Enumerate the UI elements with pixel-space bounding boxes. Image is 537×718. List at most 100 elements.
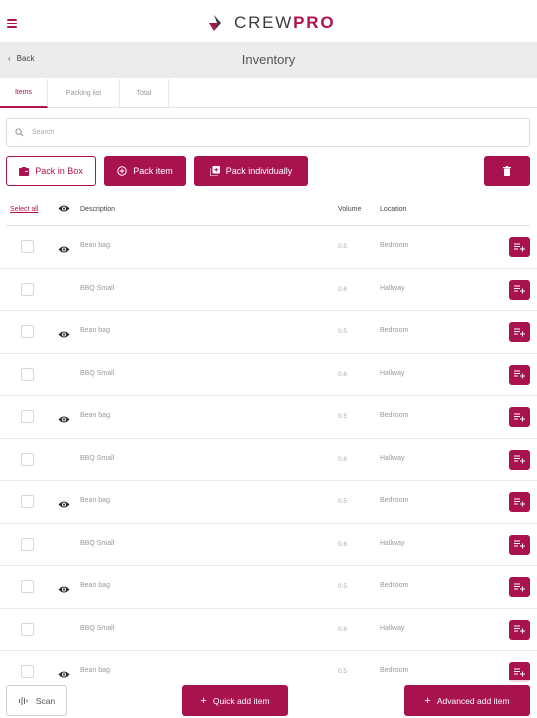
add-to-list-button[interactable] <box>509 237 530 257</box>
playlist-add-icon <box>514 625 525 634</box>
playlist-add-icon <box>514 243 525 252</box>
select-all-link[interactable]: Select all <box>10 206 38 213</box>
page-title: Inventory <box>241 52 296 67</box>
playlist-add-icon <box>514 413 525 422</box>
row-location: Bedroom <box>380 327 409 334</box>
row-volume: 0.6 <box>338 370 348 378</box>
row-checkbox[interactable] <box>21 282 34 296</box>
pack-item-label: Pack item <box>133 166 173 176</box>
row-checkbox[interactable] <box>21 367 34 381</box>
row-description: BBQ Small <box>80 369 115 377</box>
row-checkbox[interactable] <box>21 325 34 338</box>
add-to-list-button[interactable] <box>509 322 530 342</box>
add-to-list-button[interactable] <box>509 492 530 512</box>
eye-icon[interactable] <box>58 326 70 344</box>
row-checkbox[interactable] <box>21 537 34 551</box>
row-checkbox[interactable] <box>21 410 34 423</box>
row-description: BBQ Small <box>80 624 115 632</box>
table-row: Bean bag 0.5 Bedroom <box>0 311 537 354</box>
add-to-list-button[interactable] <box>509 364 530 385</box>
search-icon <box>15 128 24 137</box>
pack-in-box-label: Pack in Box <box>35 166 83 176</box>
row-description: Bean bag <box>80 582 110 589</box>
pack-in-box-button[interactable]: Pack in Box <box>6 156 96 186</box>
tab-items[interactable]: Items <box>0 79 48 108</box>
row-description: Bean bag <box>80 497 110 504</box>
library-add-icon <box>209 166 220 176</box>
row-checkbox[interactable] <box>21 580 34 593</box>
row-location: Hallway <box>380 539 405 547</box>
quick-add-item-button[interactable]: + Quick add item <box>182 685 288 716</box>
box-icon <box>19 166 30 176</box>
table-row: Bean bag 0.5 Bedroom <box>0 226 537 269</box>
pack-item-button[interactable]: Pack item <box>104 156 186 186</box>
row-volume: 0.5 <box>338 413 348 420</box>
inventory-list: Bean bag 0.5 Bedroom BBQ Small 0.6 Hallway Bea… <box>0 226 537 686</box>
row-checkbox[interactable] <box>21 240 34 253</box>
eye-icon[interactable] <box>58 496 70 514</box>
row-checkbox[interactable] <box>21 452 34 466</box>
row-checkbox[interactable] <box>21 622 34 636</box>
playlist-add-icon <box>514 498 525 507</box>
row-description: Bean bag <box>80 242 110 249</box>
logo-mark-icon <box>209 15 221 31</box>
playlist-add-icon <box>514 370 525 379</box>
row-location: Bedroom <box>380 667 409 674</box>
add-to-list-button[interactable] <box>509 407 530 427</box>
scan-button[interactable]: Scan <box>6 685 67 716</box>
advanced-add-item-button[interactable]: + Advanced add item <box>404 685 530 716</box>
row-location: Hallway <box>380 454 405 462</box>
row-location: Bedroom <box>380 497 409 504</box>
row-location: Hallway <box>380 624 405 632</box>
add-to-list-button[interactable] <box>509 577 530 597</box>
row-location: Bedroom <box>380 582 409 589</box>
add-to-list-button[interactable] <box>509 619 530 640</box>
brand-prefix: CREW <box>234 13 294 32</box>
tab-bar: Items Packing list Total <box>0 79 537 108</box>
app-header: CREWPRO <box>0 0 537 42</box>
table-row: Bean bag 0.5 Bedroom <box>0 396 537 439</box>
title-bar: ‹ Back Inventory <box>0 42 537 78</box>
quick-add-label: Quick add item <box>212 695 270 706</box>
search-input[interactable] <box>32 129 492 136</box>
add-to-list-button[interactable] <box>509 662 530 682</box>
row-location: Hallway <box>380 284 405 292</box>
row-volume: 0.5 <box>338 498 348 505</box>
table-row: BBQ Small 0.6 Hallway <box>0 354 537 396</box>
eye-icon[interactable] <box>58 204 70 215</box>
table-row: BBQ Small 0.6 Hallway <box>0 439 537 481</box>
table-row: Bean bag 0.5 Bedroom <box>0 481 537 524</box>
table-header: Select all Description Volume Location <box>0 200 537 222</box>
row-volume: 0.5 <box>338 583 348 590</box>
row-volume: 0.5 <box>338 668 348 675</box>
scan-label: Scan <box>35 695 56 706</box>
add-to-list-button[interactable] <box>509 279 530 300</box>
add-to-list-button[interactable] <box>509 449 530 470</box>
add-to-list-button[interactable] <box>509 534 530 555</box>
menu-icon[interactable] <box>7 19 17 28</box>
row-volume: 0.6 <box>338 540 348 548</box>
eye-icon[interactable] <box>58 411 70 429</box>
tab-total[interactable]: Total <box>120 79 169 108</box>
advanced-add-label: Advanced add item <box>436 695 510 706</box>
row-description: Bean bag <box>80 327 110 334</box>
brand-logo: CREWPRO <box>208 12 335 34</box>
eye-icon[interactable] <box>58 581 70 599</box>
delete-button[interactable] <box>484 156 530 186</box>
row-checkbox[interactable] <box>21 665 34 678</box>
pack-individually-button[interactable]: Pack individually <box>194 156 308 186</box>
row-checkbox[interactable] <box>21 495 34 508</box>
row-description: Bean bag <box>80 412 110 419</box>
row-volume: 0.5 <box>338 243 348 250</box>
voice-wave-icon <box>18 696 30 706</box>
row-volume: 0.5 <box>338 328 348 335</box>
plus-circle-icon <box>117 166 127 176</box>
row-location: Bedroom <box>380 242 409 249</box>
pack-individually-label: Pack individually <box>225 166 293 176</box>
plus-icon: + <box>200 694 207 707</box>
row-volume: 0.6 <box>338 455 348 463</box>
tab-packing-list[interactable]: Packing list <box>48 79 120 108</box>
playlist-add-icon <box>514 540 525 549</box>
eye-icon[interactable] <box>58 241 70 259</box>
table-row: BBQ Small 0.6 Hallway <box>0 524 537 566</box>
